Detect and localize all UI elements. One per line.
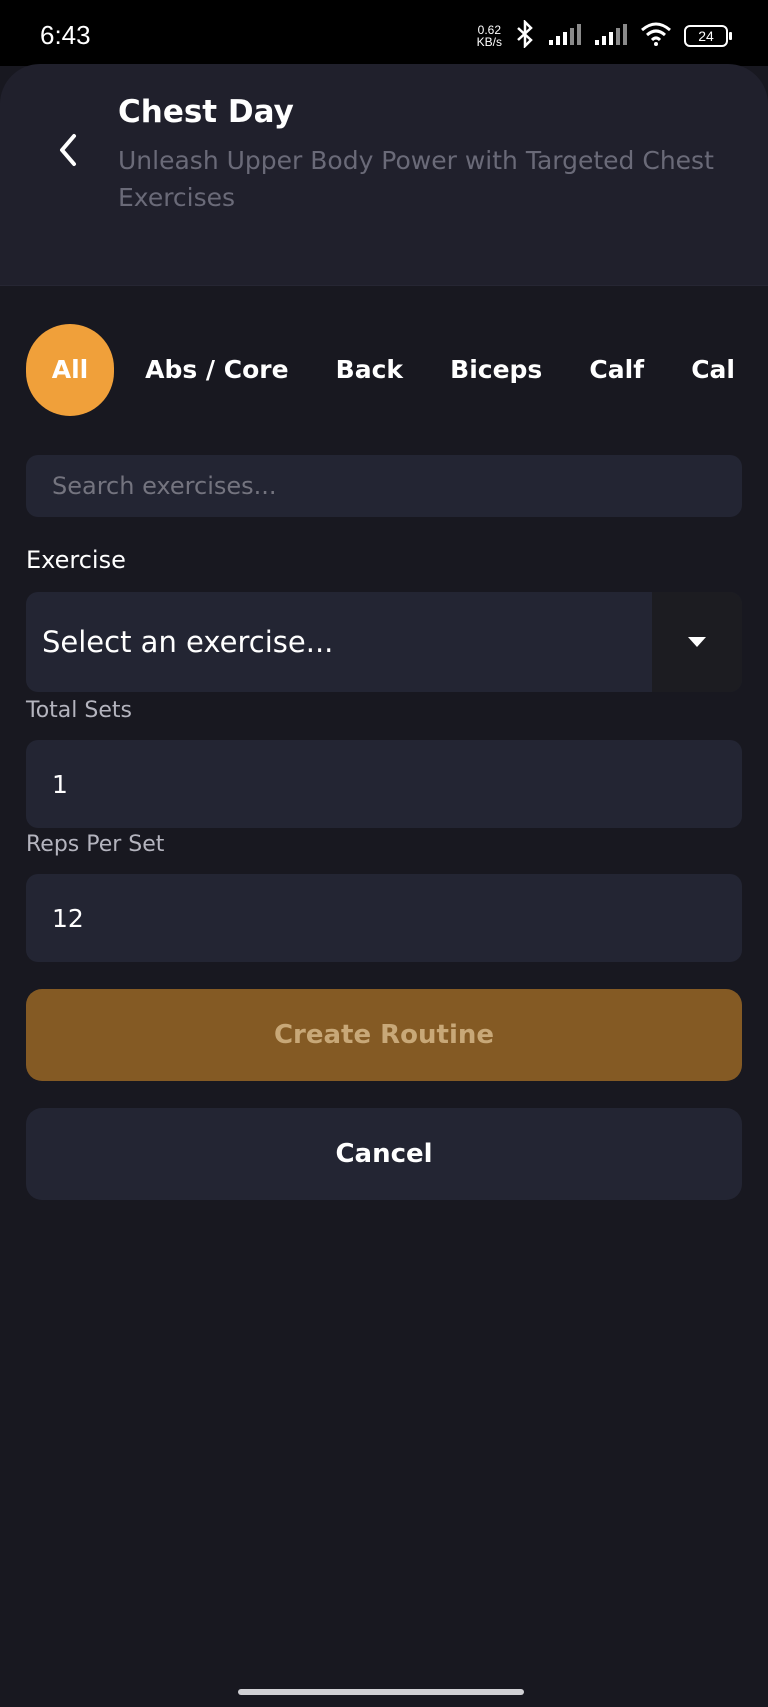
- status-icons: 0.62 KB/s 24: [477, 18, 732, 52]
- reps-per-set-input[interactable]: [26, 874, 742, 962]
- chevron-left-icon: [56, 132, 80, 172]
- page-subtitle: Unleash Upper Body Power with Targeted C…: [118, 146, 714, 212]
- search-box: [26, 455, 742, 517]
- home-indicator[interactable]: [238, 1689, 524, 1695]
- reps-per-set-field: [26, 874, 742, 962]
- network-speed-unit: KB/s: [476, 35, 502, 49]
- page: 6:43 0.62 KB/s 24 Chest Day Unleash Uppe…: [0, 0, 768, 1707]
- dropdown-button[interactable]: [652, 592, 742, 692]
- reps-per-set-label: Reps Per Set: [26, 832, 165, 857]
- network-speed: 0.62 KB/s: [477, 24, 502, 48]
- category-chip-calf[interactable]: Calf: [585, 324, 648, 416]
- battery-level: 24: [698, 28, 714, 44]
- cancel-button[interactable]: Cancel: [26, 1108, 742, 1200]
- total-sets-field: [26, 740, 742, 828]
- status-bar: 6:43 0.62 KB/s 24: [0, 0, 768, 66]
- create-routine-button[interactable]: Create Routine: [26, 989, 742, 1081]
- page-title: Chest Day: [118, 94, 294, 130]
- category-chip-biceps[interactable]: Biceps: [446, 324, 546, 416]
- exercise-select-value: Select an exercise...: [42, 625, 334, 659]
- search-input[interactable]: [26, 455, 742, 517]
- category-chip-abs-core[interactable]: Abs / Core: [141, 324, 292, 416]
- bluetooth-icon: [514, 18, 536, 52]
- category-chip-all[interactable]: All: [26, 324, 114, 416]
- signal-icon: [594, 23, 628, 49]
- category-tabs: All Abs / Core Back Biceps Calf Cal: [26, 324, 742, 416]
- back-button[interactable]: [56, 132, 80, 172]
- exercise-select[interactable]: Select an exercise...: [26, 592, 742, 692]
- exercise-label: Exercise: [26, 546, 126, 574]
- status-time: 6:43: [40, 20, 91, 50]
- signal-icon: [548, 23, 582, 49]
- battery-icon: 24: [684, 25, 732, 47]
- total-sets-label: Total Sets: [26, 698, 132, 723]
- total-sets-input[interactable]: [26, 740, 742, 828]
- wifi-icon: [640, 22, 672, 50]
- category-chip-back[interactable]: Back: [332, 324, 407, 416]
- caret-down-icon: [687, 633, 707, 652]
- category-chip-partial[interactable]: Cal: [687, 324, 739, 416]
- page-header: Chest Day Unleash Upper Body Power with …: [0, 64, 768, 286]
